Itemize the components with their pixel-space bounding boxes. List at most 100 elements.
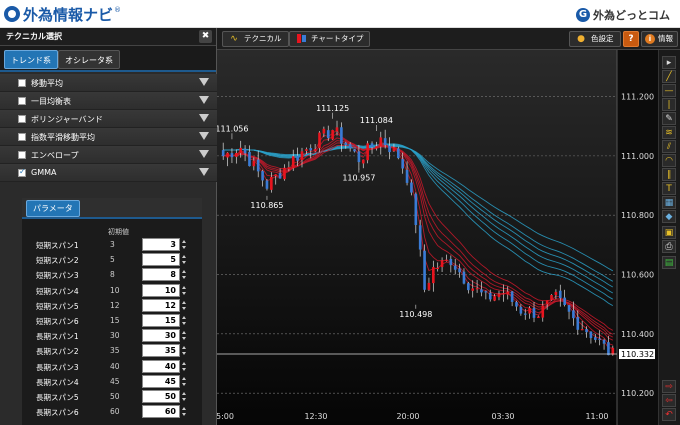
info-label: 情報 <box>658 34 673 43</box>
fibonacci-icon[interactable]: ≋ <box>662 126 676 139</box>
parameter-input[interactable]: 45 <box>142 374 180 388</box>
candle-body <box>396 148 400 159</box>
indicator-label: ボリンジャーバンド <box>31 115 103 124</box>
text-icon[interactable]: T <box>662 182 676 195</box>
chart-type-button[interactable]: チャートタイプ <box>289 31 371 47</box>
price-axis-background <box>617 50 658 425</box>
parameter-input[interactable]: 40 <box>142 359 180 373</box>
parameter-input[interactable]: 8 <box>142 268 180 282</box>
candle-body <box>532 307 536 318</box>
undo-icon[interactable]: ↶ <box>662 408 676 421</box>
price-annotation: 110.498 <box>399 310 432 319</box>
technical-button[interactable]: ∿ テクニカル <box>222 31 289 47</box>
color-settings-button[interactable]: ● 色設定 <box>569 31 621 47</box>
indicator-row-moving-average[interactable]: 移動平均 <box>0 74 217 92</box>
save-icon[interactable]: ▣ <box>662 226 676 239</box>
tab-trend[interactable]: トレンド系 <box>4 50 58 69</box>
parameter-input[interactable]: 12 <box>142 298 180 312</box>
parameter-input[interactable]: 15 <box>142 314 180 327</box>
expand-arrow-icon[interactable] <box>199 114 209 122</box>
indicator-row-ichimoku[interactable]: 一目均衡表 <box>0 92 217 110</box>
spinner-icon[interactable] <box>181 375 188 388</box>
hline-icon[interactable]: — <box>662 84 676 97</box>
price-annotation: 111.056 <box>217 124 248 133</box>
close-icon[interactable]: ✖ <box>199 30 212 43</box>
expand-arrow-icon[interactable] <box>199 150 209 158</box>
eraser-icon[interactable]: ◆ <box>662 210 676 223</box>
spinner-icon[interactable] <box>181 329 188 342</box>
candle-body <box>300 151 304 161</box>
export-icon[interactable]: ⇨ <box>662 380 676 393</box>
parameter-input[interactable]: 50 <box>142 390 180 403</box>
spinner-icon[interactable] <box>181 253 188 266</box>
parameter-label: 短期スパン3 <box>36 271 79 281</box>
spinner-icon[interactable] <box>181 314 188 327</box>
indicator-checkbox[interactable] <box>18 151 26 159</box>
spinner-icon[interactable] <box>181 284 188 297</box>
price-chart[interactable]: 111.200 111.000 110.800 110.600 110.400 110.2… <box>217 50 658 425</box>
expand-arrow-icon[interactable] <box>199 96 209 104</box>
indicator-label: 移動平均 <box>31 79 63 88</box>
layer-icon[interactable]: ▤ <box>662 256 676 269</box>
color-settings-label: 色設定 <box>591 34 614 43</box>
spinner-icon[interactable] <box>181 299 188 312</box>
brand-logo[interactable]: 外為情報ナビ ® <box>4 4 121 24</box>
trendline-icon[interactable]: ╱ <box>662 70 676 83</box>
spinner-icon[interactable] <box>181 390 188 403</box>
candle-body <box>239 147 243 154</box>
indicator-checkbox[interactable] <box>18 97 26 105</box>
spinner-icon[interactable] <box>181 344 188 357</box>
candle-body <box>226 152 229 158</box>
indicator-checkbox[interactable] <box>18 115 26 123</box>
palette-icon: ● <box>577 34 585 44</box>
parameter-input[interactable]: 35 <box>142 344 180 358</box>
info-button[interactable]: i 情報 <box>641 31 678 47</box>
channel-icon[interactable]: ⫽ <box>662 140 676 153</box>
expand-arrow-icon[interactable] <box>199 78 209 86</box>
vline-icon[interactable]: | <box>662 98 676 111</box>
parameter-input[interactable]: 10 <box>142 283 180 297</box>
parameter-input[interactable]: 30 <box>142 329 180 343</box>
parameter-label: 短期スパン4 <box>36 286 79 296</box>
import-icon[interactable]: ⇦ <box>662 394 676 407</box>
indicator-checkbox[interactable] <box>18 79 26 87</box>
pen-icon[interactable]: ✎ <box>662 112 676 125</box>
expand-arrow-icon[interactable] <box>199 168 209 176</box>
parameter-input[interactable]: 5 <box>142 253 180 267</box>
indicator-checkbox[interactable] <box>18 133 26 141</box>
indicator-row-ema[interactable]: 指数平滑移動平均 <box>0 128 217 146</box>
spinner-icon[interactable] <box>181 238 188 251</box>
expand-arrow-icon[interactable] <box>199 132 209 140</box>
indicator-row-bollinger[interactable]: ボリンジャーバンド <box>0 110 217 128</box>
y-tick-label: 110.600 <box>621 271 654 280</box>
parameter-label: 短期スパン1 <box>36 241 79 250</box>
grid-icon[interactable]: ▦ <box>662 196 676 209</box>
candle-body <box>405 169 409 183</box>
candle-body <box>309 148 313 151</box>
indicator-checkbox-checked[interactable] <box>18 167 26 177</box>
parameter-input[interactable]: 3 <box>142 238 180 251</box>
wave-icon: ∿ <box>230 34 238 44</box>
help-button[interactable]: ? <box>623 31 639 47</box>
partner-logo[interactable]: G 外為どっとコム <box>576 6 670 24</box>
x-tick-label: 5:00 <box>217 412 234 421</box>
print-icon[interactable]: ⎙ <box>662 240 676 253</box>
spinner-icon[interactable] <box>181 268 188 281</box>
candle-body <box>261 171 264 181</box>
y-tick-label: 111.000 <box>621 152 654 161</box>
parameter-tab[interactable]: パラメータ <box>26 200 80 217</box>
spinner-icon[interactable] <box>181 360 188 373</box>
parameter-label: 長期スパン4 <box>36 377 79 387</box>
parameter-input[interactable]: 60 <box>142 405 180 419</box>
tab-oscillator[interactable]: オシレータ系 <box>58 50 120 69</box>
candle-body <box>502 293 505 295</box>
candle-body <box>598 338 601 340</box>
arc-icon[interactable]: ◠ <box>662 154 676 167</box>
indicator-row-envelope[interactable]: エンベロープ <box>0 146 217 164</box>
indicator-row-gmma[interactable]: GMMA <box>0 164 217 182</box>
cursor-icon[interactable]: ▸ <box>662 56 676 69</box>
spinner-icon[interactable] <box>181 405 188 418</box>
parameter-default: 60 <box>110 407 120 417</box>
parallel-icon[interactable]: ∥ <box>662 168 676 181</box>
candle-body <box>453 265 457 270</box>
